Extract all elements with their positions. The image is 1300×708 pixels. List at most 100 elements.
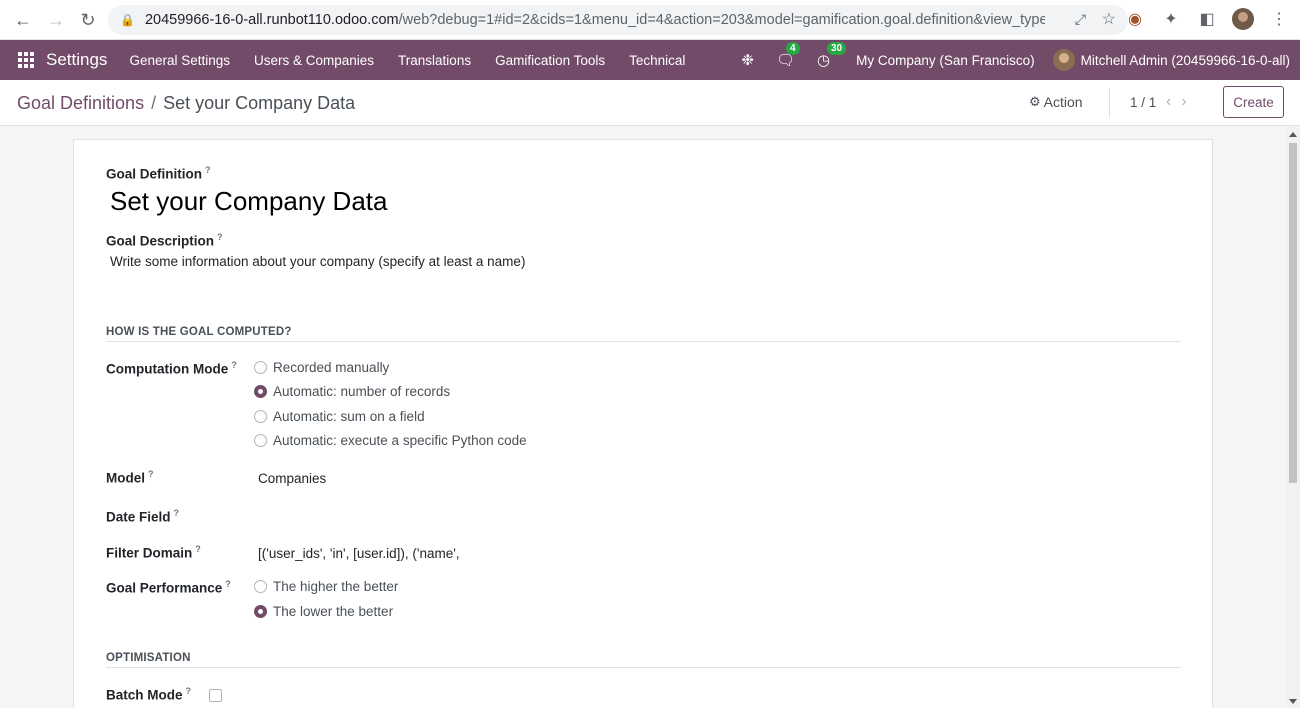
section-divider bbox=[106, 667, 1181, 668]
radio-label: Recorded manually bbox=[273, 360, 390, 375]
help-tooltip-icon[interactable]: ? bbox=[195, 544, 201, 554]
scroll-up-arrow-icon[interactable] bbox=[1289, 132, 1297, 137]
radio-higher-better[interactable]: The higher the better bbox=[254, 579, 398, 594]
activities-clock-icon[interactable]: ◷ 30 bbox=[817, 42, 847, 69]
control-panel: Goal Definitions / Set your Company Data… bbox=[0, 80, 1300, 126]
radio-python-code[interactable]: Automatic: execute a specific Python cod… bbox=[254, 433, 527, 448]
menu-technical[interactable]: Technical bbox=[629, 53, 685, 68]
goal-definition-label-text: Goal Definition bbox=[106, 166, 202, 182]
goal-performance-label-text: Goal Performance bbox=[106, 580, 223, 596]
goal-definition-input[interactable]: Set your Company Data bbox=[110, 186, 387, 217]
user-menu[interactable]: Mitchell Admin (20459966-16-0-all) bbox=[1052, 49, 1290, 71]
breadcrumb-current: Set your Company Data bbox=[163, 93, 356, 113]
action-menu-button[interactable]: ⚙ Action bbox=[1029, 94, 1083, 110]
pager-value[interactable]: 1 / 1 bbox=[1130, 95, 1156, 110]
bookmark-star-icon[interactable]: ☆ bbox=[1102, 9, 1116, 29]
goal-performance-label: Goal Performance? bbox=[106, 579, 231, 596]
pager-next-icon[interactable]: › bbox=[1181, 93, 1186, 111]
lock-icon: 🔒 bbox=[120, 13, 135, 27]
extensions-puzzle-icon[interactable]: ✦ bbox=[1160, 8, 1182, 30]
batch-mode-checkbox[interactable] bbox=[209, 689, 222, 702]
forward-icon[interactable]: → bbox=[45, 9, 67, 31]
radio-button[interactable] bbox=[254, 361, 267, 374]
radio-label: Automatic: sum on a field bbox=[273, 409, 425, 424]
help-tooltip-icon[interactable]: ? bbox=[217, 232, 223, 242]
activities-badge: 30 bbox=[826, 42, 847, 55]
url-text: 20459966-16-0-all.runbot110.odoo.com/web… bbox=[145, 12, 1045, 28]
breadcrumb-goal-definitions[interactable]: Goal Definitions bbox=[17, 93, 144, 114]
model-label-text: Model bbox=[106, 470, 145, 486]
back-icon[interactable]: ← bbox=[12, 9, 34, 31]
menu-general-settings[interactable]: General Settings bbox=[129, 53, 230, 68]
radio-button-selected[interactable] bbox=[254, 605, 267, 618]
section-divider bbox=[106, 341, 1181, 342]
batch-mode-label-text: Batch Mode bbox=[106, 687, 183, 703]
browser-toolbar: ← → ↻ 🔒 20459966-16-0-all.runbot110.odoo… bbox=[0, 0, 1300, 40]
menu-users-companies[interactable]: Users & Companies bbox=[254, 53, 374, 68]
scroll-down-arrow-icon[interactable] bbox=[1289, 699, 1297, 704]
section-optimisation: OPTIMISATION bbox=[106, 652, 191, 664]
radio-label: The lower the better bbox=[273, 604, 394, 619]
model-label: Model? bbox=[106, 469, 154, 486]
radio-label: Automatic: execute a specific Python cod… bbox=[273, 433, 527, 448]
scroll-thumb[interactable] bbox=[1289, 143, 1297, 483]
radio-button-selected[interactable] bbox=[254, 385, 267, 398]
create-button[interactable]: Create bbox=[1223, 86, 1284, 118]
radio-lower-better[interactable]: The lower the better bbox=[254, 604, 393, 619]
date-field-label: Date Field? bbox=[106, 508, 179, 525]
breadcrumb: Goal Definitions / Set your Company Data bbox=[17, 93, 355, 114]
help-tooltip-icon[interactable]: ? bbox=[231, 360, 237, 370]
extension-monkey-icon[interactable]: ◉ bbox=[1124, 8, 1146, 30]
scrollbar[interactable] bbox=[1286, 127, 1300, 708]
app-name[interactable]: Settings bbox=[46, 50, 107, 70]
menu-translations[interactable]: Translations bbox=[398, 53, 471, 68]
date-field-label-text: Date Field bbox=[106, 509, 171, 525]
radio-number-of-records[interactable]: Automatic: number of records bbox=[254, 384, 450, 399]
side-panel-icon[interactable]: ◧ bbox=[1196, 8, 1218, 30]
radio-button[interactable] bbox=[254, 434, 267, 447]
section-goal-computed: HOW IS THE GOAL COMPUTED? bbox=[106, 326, 292, 338]
goal-definition-label: Goal Definition? bbox=[106, 165, 211, 182]
reload-icon[interactable]: ↻ bbox=[77, 9, 99, 31]
goal-description-label: Goal Description? bbox=[106, 232, 223, 249]
gear-icon: ⚙ bbox=[1029, 94, 1041, 109]
radio-button[interactable] bbox=[254, 410, 267, 423]
help-tooltip-icon[interactable]: ? bbox=[205, 165, 211, 175]
radio-recorded-manually[interactable]: Recorded manually bbox=[254, 360, 389, 375]
goal-description-input[interactable]: Write some information about your compan… bbox=[110, 254, 525, 269]
form-view: Goal Definition? Set your Company Data G… bbox=[0, 127, 1286, 708]
help-tooltip-icon[interactable]: ? bbox=[225, 579, 231, 589]
url-path: /web?debug=1#id=2&cids=1&menu_id=4&actio… bbox=[398, 12, 1045, 28]
messages-badge: 4 bbox=[785, 42, 800, 55]
kebab-menu-icon[interactable]: ⋮ bbox=[1268, 8, 1290, 30]
radio-label: Automatic: number of records bbox=[273, 384, 451, 399]
help-tooltip-icon[interactable]: ? bbox=[148, 469, 154, 479]
action-label: Action bbox=[1043, 94, 1083, 110]
breadcrumb-separator: / bbox=[151, 93, 157, 113]
model-field[interactable]: Companies bbox=[258, 471, 326, 486]
address-bar[interactable]: 🔒 20459966-16-0-all.runbot110.odoo.com/w… bbox=[108, 5, 1128, 35]
batch-mode-label: Batch Mode? bbox=[106, 686, 191, 703]
url-host: 20459966-16-0-all.runbot110.odoo.com bbox=[144, 12, 399, 28]
user-avatar bbox=[1052, 49, 1075, 71]
help-tooltip-icon[interactable]: ? bbox=[174, 508, 180, 518]
filter-domain-label-text: Filter Domain bbox=[106, 545, 193, 561]
radio-sum-on-field[interactable]: Automatic: sum on a field bbox=[254, 409, 425, 424]
divider bbox=[1109, 88, 1110, 118]
pager-previous-icon[interactable]: ‹ bbox=[1166, 93, 1171, 111]
help-tooltip-icon[interactable]: ? bbox=[186, 686, 192, 696]
goal-description-label-text: Goal Description bbox=[106, 233, 215, 249]
apps-grid-icon[interactable] bbox=[18, 52, 34, 68]
share-icon[interactable]: ⤢ bbox=[1075, 11, 1086, 28]
messages-chat-icon[interactable]: 🗨 4 bbox=[776, 42, 800, 69]
company-switcher[interactable]: My Company (San Francisco) bbox=[856, 53, 1035, 68]
user-name: Mitchell Admin (20459966-16-0-all) bbox=[1080, 52, 1290, 68]
menu-gamification-tools[interactable]: Gamification Tools bbox=[495, 53, 605, 68]
filter-domain-field[interactable]: [('user_ids', 'in', [user.id]), ('name', bbox=[258, 546, 460, 561]
debug-bug-icon[interactable]: ❉ bbox=[741, 51, 754, 69]
radio-label: The higher the better bbox=[273, 579, 399, 594]
profile-avatar[interactable] bbox=[1232, 8, 1254, 30]
radio-button[interactable] bbox=[254, 580, 267, 593]
filter-domain-label: Filter Domain? bbox=[106, 544, 201, 561]
computation-mode-label: Computation Mode? bbox=[106, 360, 237, 377]
